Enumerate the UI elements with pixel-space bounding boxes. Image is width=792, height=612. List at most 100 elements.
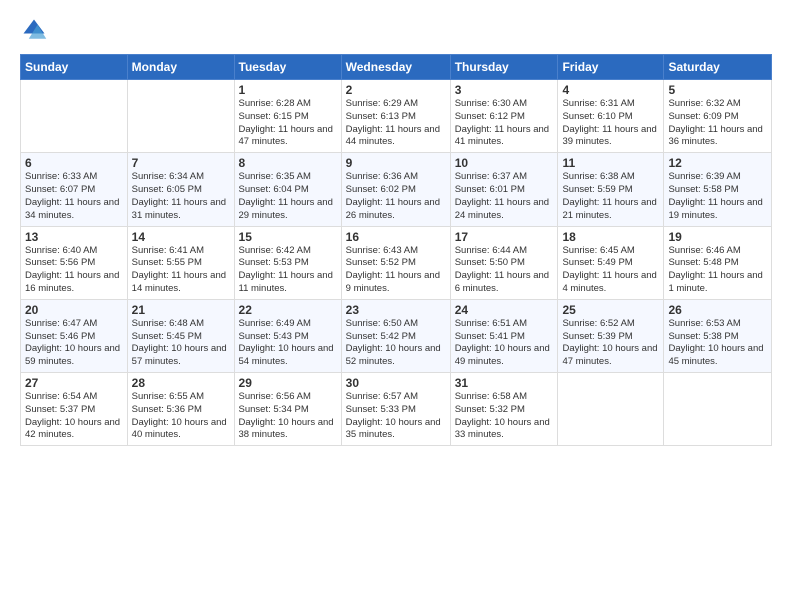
calendar-cell: 23Sunrise: 6:50 AM Sunset: 5:42 PM Dayli… <box>341 299 450 372</box>
day-number: 3 <box>455 83 554 97</box>
day-number: 27 <box>25 376 123 390</box>
calendar-cell: 25Sunrise: 6:52 AM Sunset: 5:39 PM Dayli… <box>558 299 664 372</box>
calendar-cell: 15Sunrise: 6:42 AM Sunset: 5:53 PM Dayli… <box>234 226 341 299</box>
day-number: 24 <box>455 303 554 317</box>
day-detail: Sunrise: 6:55 AM Sunset: 5:36 PM Dayligh… <box>132 391 230 442</box>
calendar-header-sunday: Sunday <box>21 55 128 80</box>
calendar-cell <box>558 373 664 446</box>
calendar-header-row: SundayMondayTuesdayWednesdayThursdayFrid… <box>21 55 772 80</box>
day-detail: Sunrise: 6:52 AM Sunset: 5:39 PM Dayligh… <box>562 318 659 369</box>
day-detail: Sunrise: 6:54 AM Sunset: 5:37 PM Dayligh… <box>25 391 123 442</box>
calendar-cell: 26Sunrise: 6:53 AM Sunset: 5:38 PM Dayli… <box>664 299 772 372</box>
calendar-cell: 6Sunrise: 6:33 AM Sunset: 6:07 PM Daylig… <box>21 153 128 226</box>
day-detail: Sunrise: 6:47 AM Sunset: 5:46 PM Dayligh… <box>25 318 123 369</box>
calendar-cell: 18Sunrise: 6:45 AM Sunset: 5:49 PM Dayli… <box>558 226 664 299</box>
day-detail: Sunrise: 6:58 AM Sunset: 5:32 PM Dayligh… <box>455 391 554 442</box>
calendar-cell: 9Sunrise: 6:36 AM Sunset: 6:02 PM Daylig… <box>341 153 450 226</box>
day-number: 18 <box>562 230 659 244</box>
day-number: 17 <box>455 230 554 244</box>
day-detail: Sunrise: 6:44 AM Sunset: 5:50 PM Dayligh… <box>455 245 554 296</box>
day-detail: Sunrise: 6:56 AM Sunset: 5:34 PM Dayligh… <box>239 391 337 442</box>
day-number: 11 <box>562 156 659 170</box>
day-detail: Sunrise: 6:50 AM Sunset: 5:42 PM Dayligh… <box>346 318 446 369</box>
day-detail: Sunrise: 6:48 AM Sunset: 5:45 PM Dayligh… <box>132 318 230 369</box>
calendar-header-friday: Friday <box>558 55 664 80</box>
calendar-cell: 2Sunrise: 6:29 AM Sunset: 6:13 PM Daylig… <box>341 80 450 153</box>
calendar-week-row: 13Sunrise: 6:40 AM Sunset: 5:56 PM Dayli… <box>21 226 772 299</box>
day-number: 12 <box>668 156 767 170</box>
day-detail: Sunrise: 6:51 AM Sunset: 5:41 PM Dayligh… <box>455 318 554 369</box>
calendar-cell: 11Sunrise: 6:38 AM Sunset: 5:59 PM Dayli… <box>558 153 664 226</box>
calendar-header-saturday: Saturday <box>664 55 772 80</box>
calendar-cell: 17Sunrise: 6:44 AM Sunset: 5:50 PM Dayli… <box>450 226 558 299</box>
calendar-cell: 1Sunrise: 6:28 AM Sunset: 6:15 PM Daylig… <box>234 80 341 153</box>
day-number: 9 <box>346 156 446 170</box>
calendar-cell <box>664 373 772 446</box>
calendar-cell: 27Sunrise: 6:54 AM Sunset: 5:37 PM Dayli… <box>21 373 128 446</box>
calendar-week-row: 1Sunrise: 6:28 AM Sunset: 6:15 PM Daylig… <box>21 80 772 153</box>
day-number: 8 <box>239 156 337 170</box>
day-detail: Sunrise: 6:45 AM Sunset: 5:49 PM Dayligh… <box>562 245 659 296</box>
calendar-cell: 8Sunrise: 6:35 AM Sunset: 6:04 PM Daylig… <box>234 153 341 226</box>
header <box>20 16 772 44</box>
day-detail: Sunrise: 6:34 AM Sunset: 6:05 PM Dayligh… <box>132 171 230 222</box>
calendar-header-thursday: Thursday <box>450 55 558 80</box>
calendar-cell: 7Sunrise: 6:34 AM Sunset: 6:05 PM Daylig… <box>127 153 234 226</box>
calendar-week-row: 27Sunrise: 6:54 AM Sunset: 5:37 PM Dayli… <box>21 373 772 446</box>
day-number: 16 <box>346 230 446 244</box>
calendar-header-wednesday: Wednesday <box>341 55 450 80</box>
day-number: 30 <box>346 376 446 390</box>
day-detail: Sunrise: 6:35 AM Sunset: 6:04 PM Dayligh… <box>239 171 337 222</box>
day-detail: Sunrise: 6:30 AM Sunset: 6:12 PM Dayligh… <box>455 98 554 149</box>
calendar-cell: 10Sunrise: 6:37 AM Sunset: 6:01 PM Dayli… <box>450 153 558 226</box>
calendar-cell: 28Sunrise: 6:55 AM Sunset: 5:36 PM Dayli… <box>127 373 234 446</box>
day-detail: Sunrise: 6:32 AM Sunset: 6:09 PM Dayligh… <box>668 98 767 149</box>
day-number: 25 <box>562 303 659 317</box>
day-number: 19 <box>668 230 767 244</box>
calendar-cell: 3Sunrise: 6:30 AM Sunset: 6:12 PM Daylig… <box>450 80 558 153</box>
day-number: 22 <box>239 303 337 317</box>
day-number: 31 <box>455 376 554 390</box>
day-number: 15 <box>239 230 337 244</box>
day-detail: Sunrise: 6:31 AM Sunset: 6:10 PM Dayligh… <box>562 98 659 149</box>
logo <box>20 16 52 44</box>
day-detail: Sunrise: 6:49 AM Sunset: 5:43 PM Dayligh… <box>239 318 337 369</box>
day-number: 5 <box>668 83 767 97</box>
page: SundayMondayTuesdayWednesdayThursdayFrid… <box>0 0 792 612</box>
day-detail: Sunrise: 6:28 AM Sunset: 6:15 PM Dayligh… <box>239 98 337 149</box>
day-number: 14 <box>132 230 230 244</box>
day-number: 26 <box>668 303 767 317</box>
calendar-table: SundayMondayTuesdayWednesdayThursdayFrid… <box>20 54 772 446</box>
calendar-cell: 12Sunrise: 6:39 AM Sunset: 5:58 PM Dayli… <box>664 153 772 226</box>
day-number: 21 <box>132 303 230 317</box>
day-number: 1 <box>239 83 337 97</box>
calendar-cell: 31Sunrise: 6:58 AM Sunset: 5:32 PM Dayli… <box>450 373 558 446</box>
day-detail: Sunrise: 6:46 AM Sunset: 5:48 PM Dayligh… <box>668 245 767 296</box>
calendar-cell: 24Sunrise: 6:51 AM Sunset: 5:41 PM Dayli… <box>450 299 558 372</box>
calendar-cell: 20Sunrise: 6:47 AM Sunset: 5:46 PM Dayli… <box>21 299 128 372</box>
calendar-cell: 21Sunrise: 6:48 AM Sunset: 5:45 PM Dayli… <box>127 299 234 372</box>
day-detail: Sunrise: 6:38 AM Sunset: 5:59 PM Dayligh… <box>562 171 659 222</box>
calendar-cell: 22Sunrise: 6:49 AM Sunset: 5:43 PM Dayli… <box>234 299 341 372</box>
day-detail: Sunrise: 6:33 AM Sunset: 6:07 PM Dayligh… <box>25 171 123 222</box>
calendar-header-tuesday: Tuesday <box>234 55 341 80</box>
day-number: 10 <box>455 156 554 170</box>
day-detail: Sunrise: 6:36 AM Sunset: 6:02 PM Dayligh… <box>346 171 446 222</box>
day-number: 6 <box>25 156 123 170</box>
calendar-header-monday: Monday <box>127 55 234 80</box>
day-detail: Sunrise: 6:39 AM Sunset: 5:58 PM Dayligh… <box>668 171 767 222</box>
day-detail: Sunrise: 6:42 AM Sunset: 5:53 PM Dayligh… <box>239 245 337 296</box>
day-detail: Sunrise: 6:29 AM Sunset: 6:13 PM Dayligh… <box>346 98 446 149</box>
day-number: 23 <box>346 303 446 317</box>
logo-icon <box>20 16 48 44</box>
day-detail: Sunrise: 6:40 AM Sunset: 5:56 PM Dayligh… <box>25 245 123 296</box>
calendar-week-row: 6Sunrise: 6:33 AM Sunset: 6:07 PM Daylig… <box>21 153 772 226</box>
day-detail: Sunrise: 6:53 AM Sunset: 5:38 PM Dayligh… <box>668 318 767 369</box>
calendar-week-row: 20Sunrise: 6:47 AM Sunset: 5:46 PM Dayli… <box>21 299 772 372</box>
calendar-cell: 13Sunrise: 6:40 AM Sunset: 5:56 PM Dayli… <box>21 226 128 299</box>
calendar-cell <box>21 80 128 153</box>
day-number: 20 <box>25 303 123 317</box>
day-detail: Sunrise: 6:57 AM Sunset: 5:33 PM Dayligh… <box>346 391 446 442</box>
day-number: 13 <box>25 230 123 244</box>
calendar-cell: 5Sunrise: 6:32 AM Sunset: 6:09 PM Daylig… <box>664 80 772 153</box>
